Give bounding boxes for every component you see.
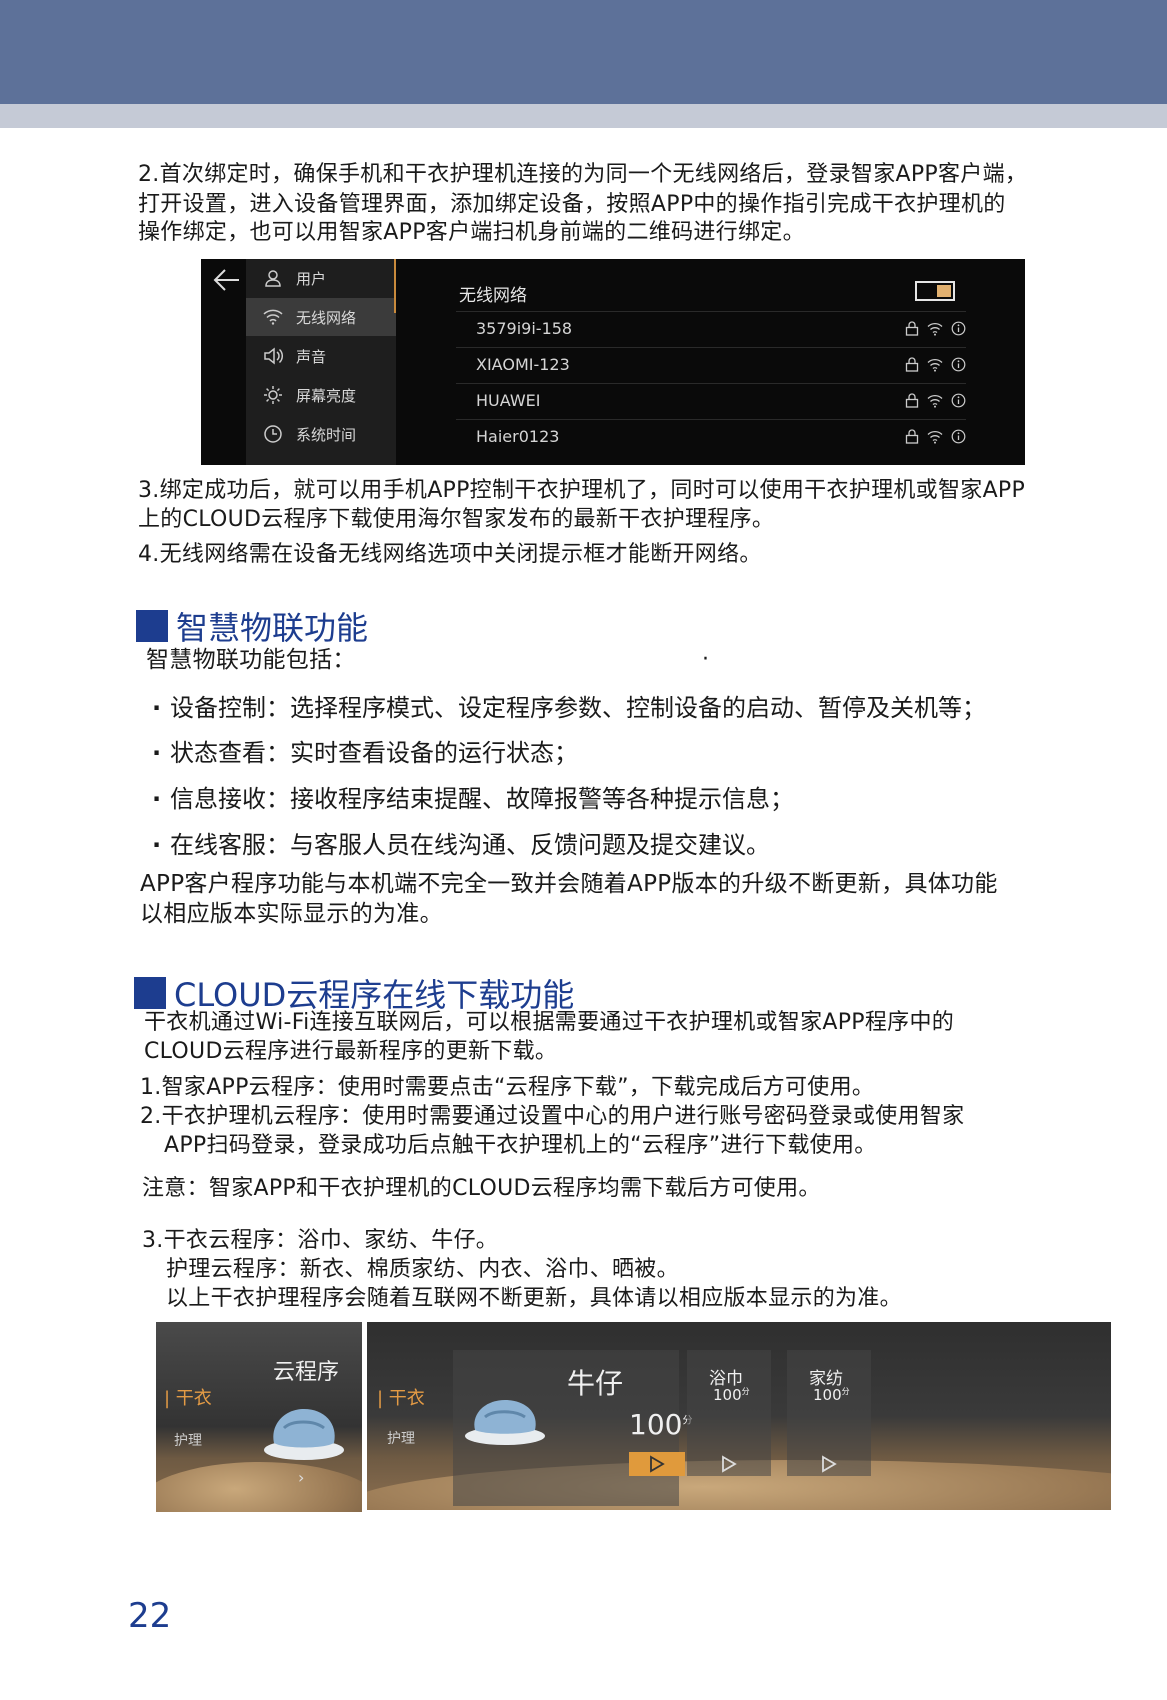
network-row[interactable]: XIAOMI-123 (456, 347, 966, 383)
section1-note-2: 以相应版本实际显示的为准。 (140, 901, 443, 927)
wifi-signal-icon (927, 321, 943, 340)
network-name: 3579i9i-158 (476, 319, 573, 338)
sidebar-item-sound[interactable]: 声音 (246, 337, 396, 375)
chevron-right-icon[interactable]: › (298, 1468, 304, 1487)
section1-lead: 智慧物联功能包括： (146, 647, 356, 673)
program-card-time: 100分 (713, 1386, 750, 1404)
network-row[interactable]: Haier0123 (456, 419, 966, 455)
section2-item-1: 1.智家APP云程序：使用时需要点击“云程序下载”，下载完成后方可使用。 (140, 1075, 875, 1100)
back-arrow-icon[interactable] (213, 267, 241, 293)
wifi-toggle[interactable] (915, 281, 955, 301)
network-name: HUAWEI (476, 391, 541, 410)
intro-line-1: 2.首次绑定时，确保手机和干衣护理机连接的为同一个无线网络后，登录智家APP客户… (138, 162, 1028, 187)
section2-item-2: 2.干衣护理机云程序：使用时需要通过设置中心的用户进行账号密码登录或使用智家 (140, 1104, 965, 1129)
sidebar-label: 屏幕亮度 (296, 386, 357, 405)
section2-notice: 注意：智家APP和干衣护理机的CLOUD云程序均需下载后方可使用。 (142, 1176, 821, 1201)
network-name: XIAOMI-123 (476, 355, 570, 374)
section-marker (136, 610, 168, 642)
settings-sidebar: 用户 无线网络 声音 屏幕亮度 系统时间 (246, 259, 396, 465)
wifi-signal-icon (927, 357, 943, 376)
stray-mark: · (702, 647, 710, 672)
cloud-program-screenshot-right: | 干衣 护理 牛仔 100分 浴巾 100分 家纺 100分 (367, 1322, 1111, 1510)
network-row[interactable]: HUAWEI (456, 383, 966, 419)
after-line-2: 上的CLOUD云程序下载使用海尔智家发布的最新干衣护理程序。 (138, 507, 775, 532)
user-icon (262, 267, 284, 289)
program-card-play-button[interactable] (701, 1452, 757, 1476)
speaker-icon (262, 345, 284, 367)
lock-icon (905, 429, 919, 448)
header-stripe (0, 104, 1167, 128)
list-item: · 设备控制：选择程序模式、设定程序参数、控制设备的启动、暂停及关机等； (152, 694, 986, 722)
tab-dry[interactable]: | 干衣 (164, 1384, 212, 1410)
cloud-clothes-icon[interactable] (254, 1388, 354, 1472)
section2-lead-1: 干衣机通过Wi-Fi连接互联网后，可以根据需要通过干衣护理机或智家APP程序中的 (144, 1010, 955, 1035)
play-icon (650, 1455, 665, 1473)
section2-item-2-cont: APP扫码登录，登录成功后点触干衣护理机上的“云程序”进行下载使用。 (164, 1133, 877, 1158)
list-item: · 在线客服：与客服人员在线沟通、反馈问题及提交建议。 (152, 831, 770, 859)
network-name: Haier0123 (476, 427, 560, 446)
play-icon (822, 1455, 837, 1473)
main-program-time: 100分 (629, 1408, 692, 1441)
cloud-clothes-icon (455, 1382, 555, 1456)
section-marker (134, 977, 166, 1009)
program-card-play-button[interactable] (801, 1452, 857, 1476)
section1-note-1: APP客户程序功能与本机端不完全一致并会随着APP版本的升级不断更新，具体功能 (140, 871, 998, 897)
network-row[interactable]: 3579i9i-158 (456, 311, 966, 347)
wifi-settings-screenshot: 用户 无线网络 声音 屏幕亮度 系统时间 无线网络 3579i9i-158 XI… (201, 259, 1025, 465)
play-icon (722, 1455, 737, 1473)
program-card-time: 100分 (813, 1386, 850, 1404)
sidebar-item-user[interactable]: 用户 (246, 259, 396, 297)
cloud-program-title: 云程序 (273, 1360, 340, 1385)
sidebar-item-brightness[interactable]: 屏幕亮度 (246, 376, 396, 414)
sidebar-label: 无线网络 (296, 308, 357, 327)
after-line-3: 4.无线网络需在设备无线网络选项中关闭提示框才能断开网络。 (138, 542, 762, 567)
list-item: · 状态查看：实时查看设备的运行状态； (152, 739, 578, 767)
sidebar-label: 声音 (296, 347, 327, 366)
intro-line-2: 打开设置，进入设备管理界面，添加绑定设备，按照APP中的操作指引完成干衣护理机的 (138, 192, 1006, 217)
sidebar-label: 用户 (296, 269, 327, 288)
info-icon[interactable] (951, 357, 966, 376)
header-band (0, 0, 1167, 104)
cloud-program-screenshot-left: | 干衣 护理 云程序 › (156, 1322, 362, 1512)
sidebar-item-time[interactable]: 系统时间 (246, 415, 396, 453)
lock-icon (905, 357, 919, 376)
section2-list3-3: 以上干衣护理程序会随着互联网不断更新，具体请以相应版本显示的为准。 (166, 1286, 902, 1311)
wifi-signal-icon (927, 429, 943, 448)
sidebar-label: 系统时间 (296, 425, 357, 444)
lock-icon (905, 321, 919, 340)
page-number: 22 (128, 1596, 172, 1636)
after-line-1: 3.绑定成功后，就可以用手机APP控制干衣护理机了，同时可以使用干衣护理机或智家… (138, 478, 1026, 503)
tab-dry[interactable]: | 干衣 (377, 1384, 425, 1410)
info-icon[interactable] (951, 321, 966, 340)
section2-list3-2: 护理云程序：新衣、棉质家纺、内衣、浴巾、晒被。 (166, 1257, 679, 1282)
section2-lead-2: CLOUD云程序进行最新程序的更新下载。 (144, 1039, 558, 1064)
info-icon[interactable] (951, 429, 966, 448)
brightness-icon (262, 384, 284, 406)
section-title-text: 智慧物联功能 (176, 609, 369, 647)
section-title-iot: 智慧物联功能 (136, 603, 368, 649)
list-item: · 信息接收：接收程序结束提醒、故障报警等各种提示信息； (152, 785, 794, 813)
sidebar-item-wifi[interactable]: 无线网络 (246, 298, 396, 336)
wifi-signal-icon (927, 393, 943, 412)
tab-care[interactable]: 护理 (174, 1430, 202, 1450)
lock-icon (905, 393, 919, 412)
main-program-name: 牛仔 (567, 1367, 624, 1400)
intro-line-3: 操作绑定，也可以用智家APP客户端扫机身前端的二维码进行绑定。 (138, 220, 805, 245)
clock-icon (262, 423, 284, 445)
start-button[interactable] (629, 1452, 685, 1476)
wifi-panel-title: 无线网络 (459, 286, 527, 306)
sidebar-scroll-indicator (394, 259, 396, 313)
info-icon[interactable] (951, 393, 966, 412)
wifi-icon (262, 306, 284, 328)
tab-care[interactable]: 护理 (387, 1428, 415, 1448)
section2-list3-1: 3.干衣云程序：浴巾、家纺、牛仔。 (142, 1228, 499, 1253)
